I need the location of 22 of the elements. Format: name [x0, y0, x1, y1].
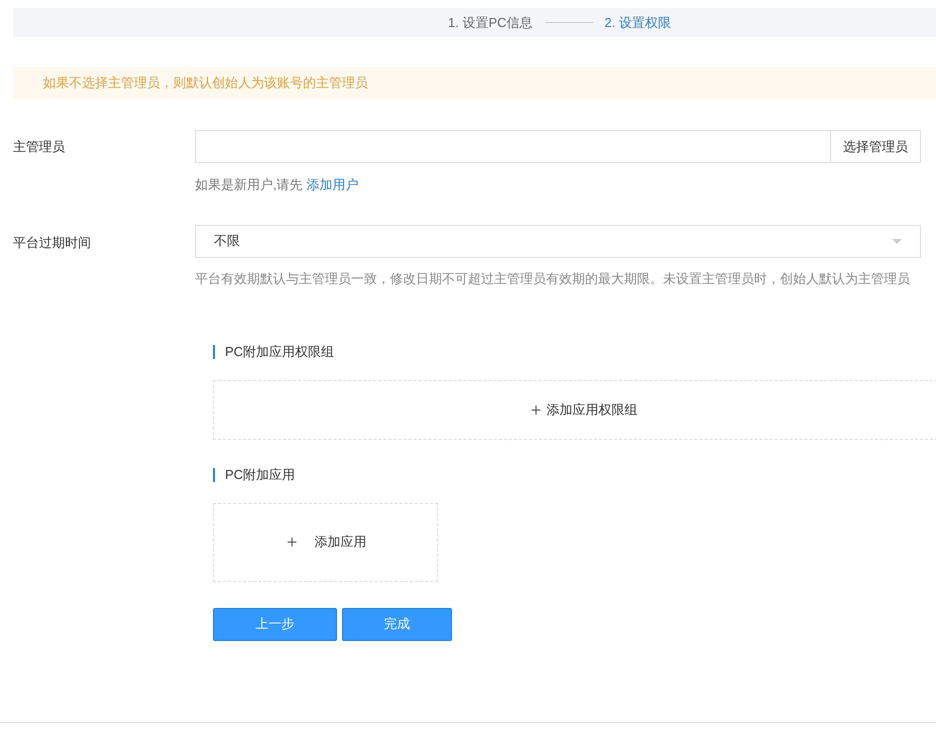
- step-button[interactable]: 上一步: [213, 608, 337, 640]
- section-title: PC附加应用权限组: [213, 344, 936, 358]
- add-area[interactable]: 添加应用: [213, 502, 438, 582]
- plus-icon: [528, 402, 542, 416]
- step-label[interactable]: 1. 设置PC信息: [448, 12, 533, 32]
- caret-icon: [892, 238, 902, 244]
- step-label[interactable]: 2. 设置权限: [604, 12, 671, 32]
- add-area[interactable]: 添加应用权限组: [213, 380, 936, 440]
- step-button[interactable]: 完成: [342, 608, 452, 640]
- hint-text: 如果是新用户,请先 添加用户: [195, 176, 360, 194]
- admin-input[interactable]: [195, 130, 831, 163]
- description-text: 平台有效期默认与主管理员一致，修改日期不可超过主管理员有效期的最大期限。未设置主管理员时，创始人默认为主管理员: [195, 270, 911, 288]
- expiry-select[interactable]: 不限: [195, 224, 921, 258]
- field-label: 平台过期时间: [13, 234, 92, 252]
- add-label: 添加应用权限组: [546, 400, 638, 419]
- section-title: PC附加应用: [213, 468, 936, 482]
- add-user-link[interactable]: 添加用户: [306, 177, 358, 192]
- select-admin-button[interactable]: 选择管理员: [831, 130, 921, 163]
- add-label: 添加应用: [314, 533, 366, 552]
- field-label: 主管理员: [13, 138, 66, 156]
- notice-banner: 如果不选择主管理员，则默认创始人为该账号的主管理员: [13, 67, 936, 99]
- plus-icon: [284, 535, 298, 549]
